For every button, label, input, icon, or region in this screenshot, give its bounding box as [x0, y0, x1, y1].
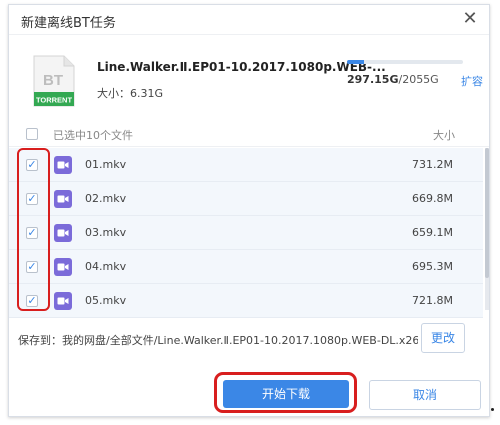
file-size: 659.1M [412, 226, 453, 239]
bt-torrent-icon: BT TORRENT [33, 55, 75, 107]
save-path: 保存到：我的网盘/全部文件/Line.Walker.Ⅱ.EP01-10.2017… [18, 334, 418, 347]
file-checkbox[interactable]: ✓ [26, 295, 38, 307]
file-row[interactable]: ✓ 04.mkv 695.3M [9, 250, 483, 284]
file-size: 695.3M [412, 260, 453, 273]
storage-progress-bar [347, 60, 463, 64]
file-name: 05.mkv [85, 294, 127, 307]
file-row[interactable]: ✓ 03.mkv 659.1M [9, 216, 483, 250]
video-file-icon [54, 156, 72, 174]
storage-total: /2055G [398, 73, 439, 86]
bt-task-dialog: 新建离线BT任务 ✕ BT TORRENT Line.Walker.Ⅱ.EP01… [8, 4, 490, 417]
expand-storage-link[interactable]: 扩容 [461, 73, 483, 89]
task-file-name: Line.Walker.Ⅱ.EP01-10.2017.1080p.WEB-... [97, 60, 386, 74]
file-row[interactable]: ✓ 05.mkv 721.8M [9, 284, 483, 318]
svg-text:BT: BT [43, 72, 63, 89]
stray-dot [491, 408, 494, 411]
file-name: 01.mkv [85, 158, 127, 171]
file-size: 721.8M [412, 294, 453, 307]
file-checkbox[interactable]: ✓ [26, 227, 38, 239]
file-checkbox[interactable]: ✓ [26, 193, 38, 205]
start-download-button[interactable]: 开始下载 [223, 380, 349, 408]
video-file-icon [54, 224, 72, 242]
file-name: 03.mkv [85, 226, 127, 239]
scrollbar-thumb[interactable] [485, 148, 489, 278]
size-column-header: 大小 [433, 129, 455, 142]
file-name: 02.mkv [85, 192, 127, 205]
file-size: 731.2M [412, 158, 453, 171]
file-size: 669.8M [412, 192, 453, 205]
close-icon[interactable]: ✕ [461, 10, 479, 28]
file-list-header: 已选中10个文件 大小 [9, 121, 489, 147]
selected-count-label: 已选中10个文件 [53, 129, 133, 142]
file-row[interactable]: ✓ 02.mkv 669.8M [9, 182, 483, 216]
file-row[interactable]: ✓ 01.mkv 731.2M [9, 148, 483, 182]
dialog-titlebar: 新建离线BT任务 ✕ [9, 5, 489, 35]
file-checkbox[interactable]: ✓ [26, 159, 38, 171]
svg-text:TORRENT: TORRENT [36, 96, 73, 105]
file-checkbox[interactable]: ✓ [26, 261, 38, 273]
dialog-title: 新建离线BT任务 [21, 16, 116, 31]
task-size: 大小：6.31G [97, 87, 164, 100]
video-file-icon [54, 190, 72, 208]
storage-progress-fill [347, 60, 364, 64]
cancel-button[interactable]: 取消 [369, 380, 481, 410]
file-name: 04.mkv [85, 260, 127, 273]
video-file-icon [54, 292, 72, 310]
storage-used: 297.15G [347, 73, 399, 86]
storage-usage: 297.15G/2055G [347, 73, 439, 86]
file-list: ✓ 01.mkv 731.2M ✓ 02.mkv 669.8M ✓ 03.mkv… [9, 148, 483, 318]
select-all-checkbox[interactable] [26, 128, 38, 140]
file-list-scrollbar[interactable] [485, 148, 489, 310]
change-path-button[interactable]: 更改 [421, 323, 465, 353]
video-file-icon [54, 258, 72, 276]
